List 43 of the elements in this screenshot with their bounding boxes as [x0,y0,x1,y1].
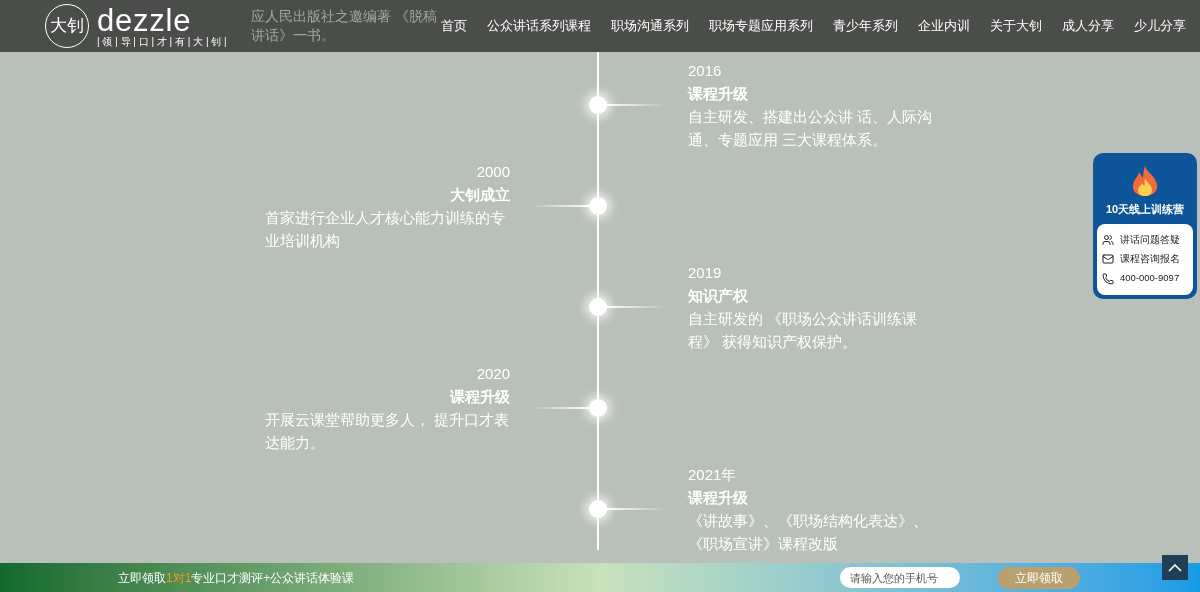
milestone-title: 课程升级 [448,386,510,407]
year-label: 2021年 [688,464,738,485]
nav-link[interactable]: 公众讲话系列课程 [487,16,591,36]
chevron-up-icon [1168,563,1182,572]
year-label: 2016 [688,60,723,81]
envelope-icon [1102,253,1114,266]
phone-icon [1102,272,1114,285]
nav-link[interactable]: 职场专题应用系列 [709,16,813,36]
logo[interactable]: 大钊 dezzle | 领 | 导 | 口 | 才 | 有 | 大 | 钊 | [45,4,227,48]
contact-link[interactable]: 400-000-9097 [1120,271,1180,286]
nav-link[interactable]: 少儿分享 [1134,16,1186,36]
milestone-title: 知识产权 [688,285,749,306]
milestone-title: 课程升级 [688,487,749,508]
nav-link[interactable]: 首页 [441,16,467,36]
milestone-title: 课程升级 [688,83,749,104]
connector-line [606,507,666,510]
milestone-description: 《讲故事》、《职场结构化表达》、《职场宣讲》课程改版 [688,510,929,554]
year-label: 2020 [475,363,510,384]
people-icon [1102,234,1114,246]
nav-link[interactable]: 职场沟通系列 [611,16,689,36]
milestone-title: 大钊成立 [449,184,510,205]
widget-title[interactable]: 10天线上训练营 [1105,201,1185,218]
nav-link[interactable]: 成人分享 [1062,16,1114,36]
connector-line [606,305,666,308]
flame-icon [1130,165,1160,197]
nav-link[interactable]: 关于大钊 [990,16,1042,36]
milestone-description: 自主研发、搭建出公众讲 话、人际沟通、专题应用 三大课程体系。 [688,106,933,150]
year-label: 2000 [475,161,510,182]
partial-milestone-text: 应人民出版社之邀编著 《脱稿讲话》一书。 [250,7,438,45]
connector-line [530,406,590,409]
contact-link[interactable]: 讲话问题答疑 [1120,232,1180,248]
back-to-top-button[interactable] [1162,555,1188,580]
contact-link[interactable]: 课程咨询报名 [1120,252,1180,267]
year-label: 2019 [688,262,723,283]
connector-line [606,103,666,106]
connector-line [530,204,590,207]
promo-text: 立即领取1对1专业口才测评+公众讲话体验课 [118,569,355,587]
milestone-description: 开展云课堂帮助更多人， 提升口才表达能力。 [265,409,510,453]
milestone-description: 首家进行企业人才核心能力训练的专业培训机构 [265,207,506,251]
phone-input-field[interactable]: 请输入您的手机号 [840,567,960,588]
nav-link[interactable]: 企业内训 [918,16,970,36]
milestone-description: 自主研发的 《职场公众讲话训练课程》 获得知识产权保护。 [688,308,919,352]
nav-link[interactable]: 青少年系列 [833,16,898,36]
